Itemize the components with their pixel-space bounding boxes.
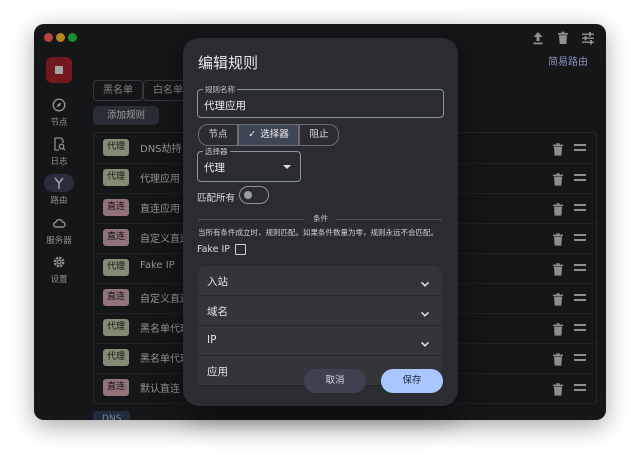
accordion-domain[interactable]: 域名 [198,296,442,326]
chevron-down-icon [420,274,430,287]
rule-name-value: 代理应用 [204,100,246,112]
chevron-down-icon [420,334,430,347]
accordion-label: 入站 [207,276,228,288]
segment-label: 阻止 [309,129,329,140]
check-icon: ✓ [248,129,257,140]
selector-value: 代理 [204,162,225,174]
segment-block[interactable]: 阻止 [299,124,339,146]
accordion-label: 应用 [207,366,228,378]
fake-ip-label: Fake IP [197,244,230,255]
segment-node[interactable]: 节点 [198,124,238,146]
save-button[interactable]: 保存 [381,369,443,393]
rule-name-label: 规则名称 [203,84,237,95]
accordion-label: IP [207,334,217,346]
match-all-switch[interactable] [239,186,269,204]
match-all-label: 匹配所有 [197,193,236,204]
segment-label: 选择器 [260,129,289,140]
segment-label: 节点 [208,129,228,140]
chevron-down-icon [420,304,430,317]
selector-dropdown[interactable]: 选择器 代理 [197,146,301,182]
conditions-description: 当所有条件成立时，规则匹配。如果条件数量为零，规则永远不会匹配。 [198,228,438,237]
selector-label: 选择器 [203,146,230,157]
segment-selector[interactable]: ✓ 选择器 [238,124,299,146]
dialog-title: 编辑规则 [198,54,259,72]
dropdown-caret-icon [283,165,291,169]
accordion-ip[interactable]: IP [198,326,442,356]
rule-name-field[interactable]: 规则名称 代理应用 [197,84,444,118]
switch-knob [244,191,252,199]
accordion-label: 域名 [207,306,228,318]
conditions-heading: 条件 [313,214,328,223]
edit-rule-dialog: 编辑规则 规则名称 代理应用 节点 ✓ 选择器 阻止 选择器 代理 匹配所有 条件… [183,38,458,406]
cancel-button[interactable]: 取消 [304,369,366,393]
accordion-inbound[interactable]: 入站 [198,266,442,296]
fake-ip-checkbox[interactable] [235,244,246,255]
